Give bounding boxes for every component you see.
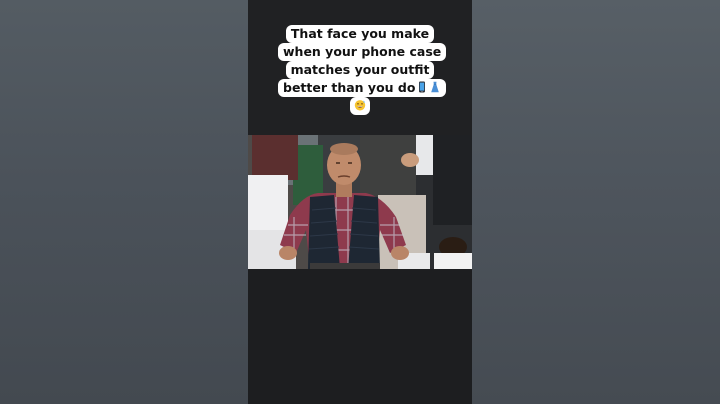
dress-icon [431, 81, 440, 93]
caption-line-3: matches your outfit [285, 61, 435, 79]
grinning-sweat-icon [354, 100, 366, 111]
blurred-backdrop-right [472, 0, 720, 404]
man-hands-on-hips-illustration [248, 135, 472, 269]
mobile-phone-icon [419, 81, 426, 93]
caption-line-4-text: better than you do [283, 80, 416, 95]
caption-line-1: That face you make [285, 25, 435, 43]
video-frame[interactable]: That face you make when your phone case … [248, 0, 472, 404]
caption-line-4: better than you do [278, 79, 447, 97]
caption-line-5 [350, 97, 370, 115]
video-bottom-letterbox [248, 269, 472, 404]
meme-photo [248, 135, 472, 269]
shorts-player: That face you make when your phone case … [0, 0, 720, 404]
caption-line-2: when your phone case [278, 43, 447, 61]
meme-caption: That face you make when your phone case … [278, 24, 447, 115]
blurred-backdrop-left [0, 0, 248, 404]
